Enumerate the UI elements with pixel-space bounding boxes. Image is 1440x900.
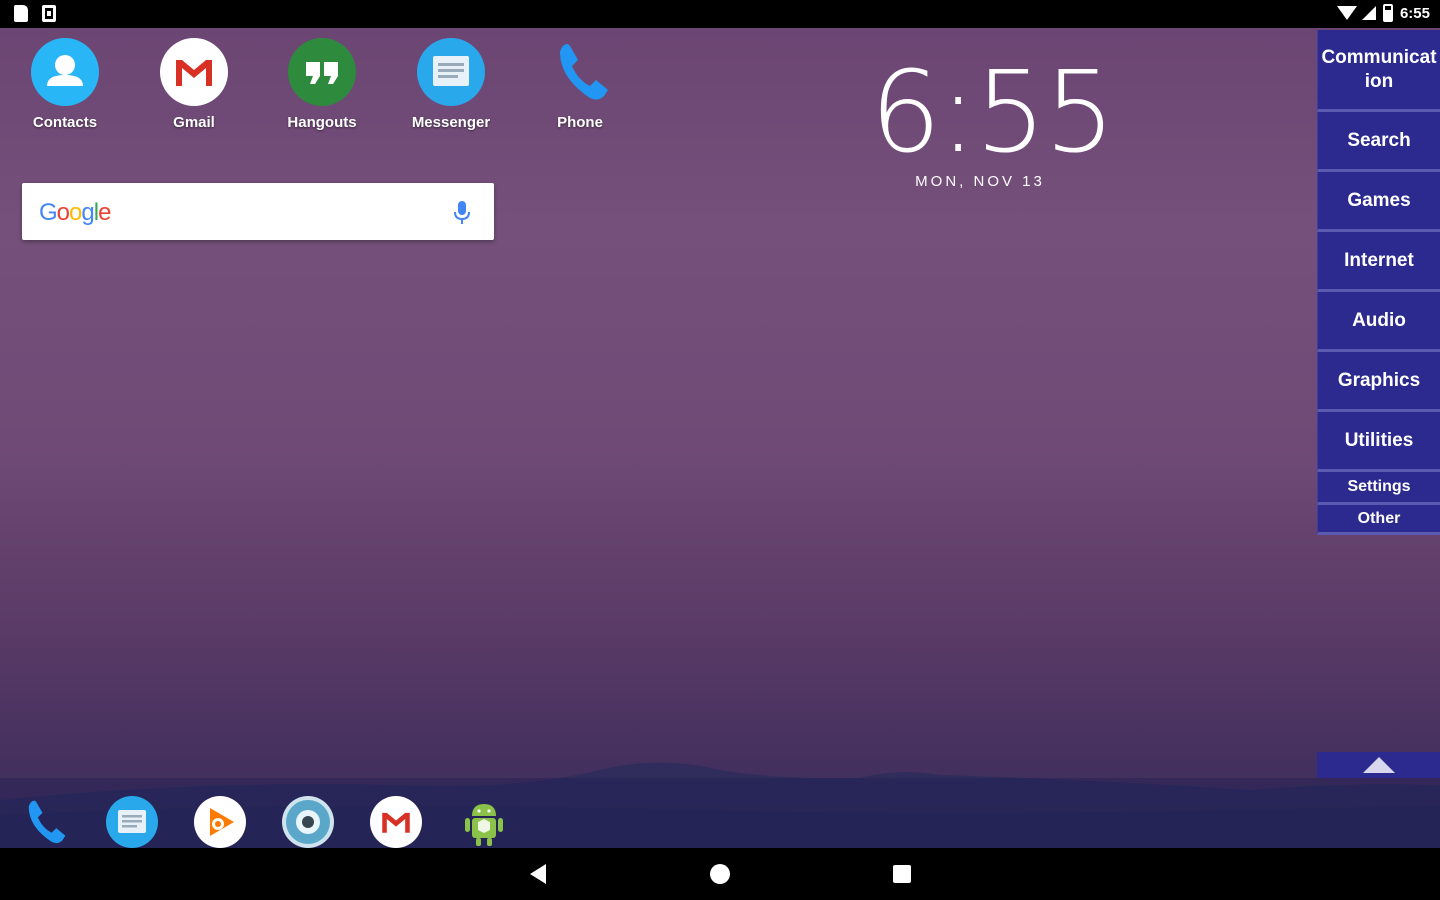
sd-card-icon	[14, 5, 28, 22]
category-side-menu: Communicat ion Search Games Internet Aud…	[1317, 30, 1440, 535]
app-gmail[interactable]: Gmail	[139, 38, 249, 131]
play-music-icon[interactable]	[194, 796, 246, 848]
app-hangouts[interactable]: Hangouts	[267, 38, 377, 131]
svg-text:Google: Google	[39, 199, 111, 226]
category-games[interactable]: Games	[1317, 172, 1440, 232]
mic-icon[interactable]	[454, 200, 470, 226]
phone-icon[interactable]	[18, 796, 70, 848]
recents-icon[interactable]	[893, 865, 911, 883]
camera-icon[interactable]	[282, 796, 334, 848]
messenger-icon[interactable]	[106, 796, 158, 848]
app-label: Hangouts	[287, 114, 357, 131]
category-other[interactable]: Other	[1317, 505, 1440, 535]
android-robot-icon[interactable]	[458, 796, 510, 848]
clock-time: 6:55	[870, 48, 1116, 178]
gmail-icon	[160, 38, 228, 106]
navigation-bar	[0, 848, 1440, 900]
app-messenger[interactable]: Messenger	[396, 38, 506, 131]
category-search[interactable]: Search	[1317, 112, 1440, 172]
battery-icon	[1382, 4, 1393, 22]
category-internet[interactable]: Internet	[1317, 232, 1440, 292]
cell-signal-icon	[1361, 6, 1376, 20]
clock-widget[interactable]: 6:55 MON, NOV 13	[870, 48, 1116, 189]
app-label: Contacts	[32, 114, 98, 131]
contacts-icon	[31, 38, 99, 106]
back-icon[interactable]	[530, 864, 546, 884]
wifi-icon	[1336, 6, 1357, 20]
category-settings[interactable]: Settings	[1317, 472, 1440, 505]
phone-icon	[546, 38, 614, 106]
status-bar: 6:55	[0, 0, 1440, 28]
category-audio[interactable]: Audio	[1317, 292, 1440, 352]
status-time: 6:55	[1399, 4, 1430, 22]
google-logo: Google	[39, 197, 119, 234]
hangouts-icon	[288, 38, 356, 106]
home-icon[interactable]	[710, 864, 730, 884]
dock	[0, 778, 1440, 848]
app-phone[interactable]: Phone	[525, 38, 635, 131]
google-search-bar[interactable]: Google	[22, 183, 494, 240]
category-graphics[interactable]: Graphics	[1317, 352, 1440, 412]
notification-box-icon	[42, 5, 56, 22]
messenger-icon	[417, 38, 485, 106]
side-menu-expand-button[interactable]	[1317, 752, 1440, 778]
category-utilities[interactable]: Utilities	[1317, 412, 1440, 472]
app-label: Gmail	[173, 114, 215, 131]
triangle-up-icon	[1363, 757, 1395, 773]
gmail-icon[interactable]	[370, 796, 422, 848]
category-communication[interactable]: Communicat ion	[1317, 30, 1440, 112]
app-label: Phone	[557, 114, 603, 131]
app-contacts[interactable]: Contacts	[10, 38, 120, 131]
app-label: Messenger	[411, 114, 491, 131]
